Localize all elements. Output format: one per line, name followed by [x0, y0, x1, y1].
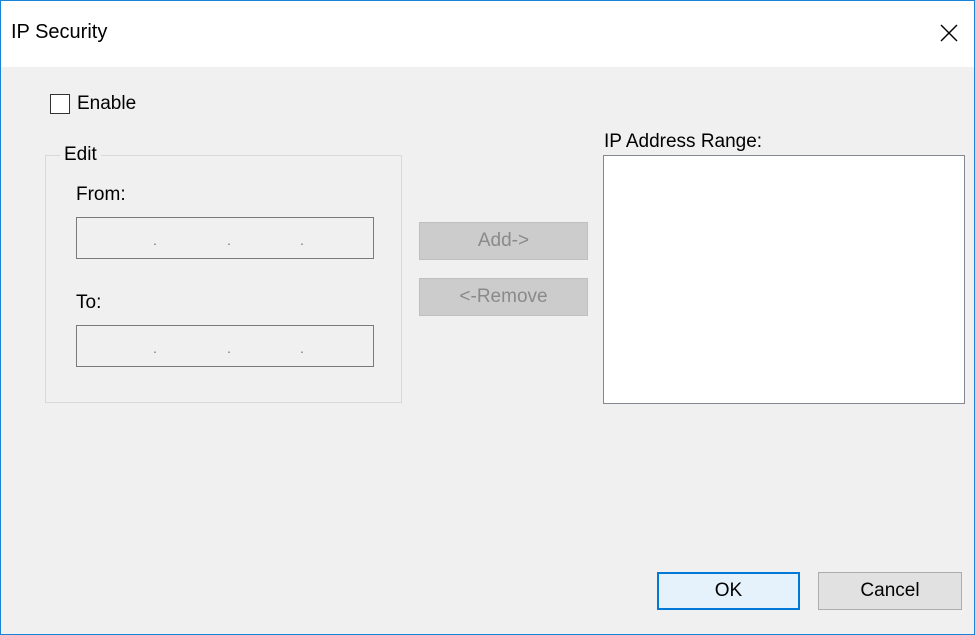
- to-ip-dot-3: .: [300, 340, 304, 356]
- dialog-title: IP Security: [11, 21, 108, 43]
- close-x-icon: [940, 24, 958, 42]
- to-ip-input[interactable]: . . .: [76, 325, 374, 367]
- to-ip-dot-1: .: [153, 340, 157, 356]
- add-button[interactable]: Add->: [419, 222, 588, 260]
- ok-button[interactable]: OK: [657, 572, 800, 610]
- title-bar: IP Security: [1, 1, 974, 67]
- remove-button[interactable]: <-Remove: [419, 278, 588, 316]
- enable-checkbox-row[interactable]: Enable: [50, 93, 136, 115]
- to-label: To:: [76, 292, 102, 313]
- ip-address-range-list[interactable]: [603, 155, 965, 404]
- edit-group-title: Edit: [60, 144, 101, 166]
- dialog-client-area: Enable Edit From: . . . To: . . . Add-> …: [1, 67, 974, 634]
- edit-groupbox: Edit From: . . . To: . . .: [45, 144, 402, 403]
- from-ip-dot-3: .: [300, 232, 304, 248]
- from-ip-dot-1: .: [153, 232, 157, 248]
- cancel-button[interactable]: Cancel: [818, 572, 962, 610]
- to-ip-dot-2: .: [227, 340, 231, 356]
- ip-address-range-label: IP Address Range:: [604, 131, 763, 152]
- from-ip-input[interactable]: . . .: [76, 217, 374, 259]
- from-label: From:: [76, 184, 126, 205]
- ip-security-dialog: IP Security Enable Edit From: . . . To: …: [0, 0, 975, 635]
- enable-label[interactable]: Enable: [77, 93, 136, 115]
- enable-checkbox[interactable]: [50, 94, 70, 114]
- close-button[interactable]: [932, 15, 966, 51]
- from-ip-dot-2: .: [227, 232, 231, 248]
